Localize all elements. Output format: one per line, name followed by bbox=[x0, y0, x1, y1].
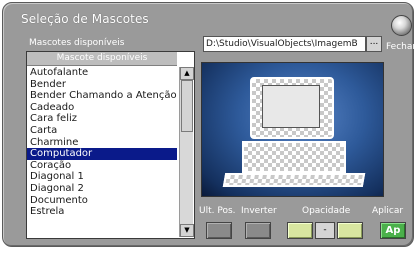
list-item[interactable]: Carta bbox=[27, 125, 177, 137]
opacity-level-button[interactable] bbox=[337, 222, 363, 239]
list-item[interactable]: Estrela bbox=[27, 206, 177, 218]
list-item[interactable]: Bender Chamando a Atenção bbox=[27, 90, 177, 102]
inverter-label: Inverter bbox=[241, 206, 277, 216]
apply-button[interactable]: Ap bbox=[380, 222, 406, 239]
apply-label: Aplicar bbox=[372, 206, 404, 216]
computer-screen-icon bbox=[262, 85, 320, 128]
ult-pos-label: Ult. Pos. bbox=[199, 206, 236, 216]
list-item[interactable]: Cara feliz bbox=[27, 113, 177, 125]
dialog-title: Seleção de Mascotes bbox=[21, 12, 149, 26]
scroll-down-arrow-icon[interactable]: ▼ bbox=[180, 224, 194, 237]
list-item[interactable]: Autofalante bbox=[27, 67, 177, 79]
mascot-list-label: Mascotes disponíveis bbox=[29, 38, 125, 48]
opacity-decrease-button[interactable]: - bbox=[315, 222, 335, 239]
opacity-increase-button[interactable] bbox=[287, 222, 313, 239]
image-path-field[interactable]: D:\Studio\VisualObjects\ImagemB bbox=[203, 36, 366, 52]
close-knob-icon[interactable] bbox=[391, 15, 412, 36]
scroll-up-arrow-icon[interactable]: ▲ bbox=[180, 67, 194, 80]
list-item[interactable]: Bender bbox=[27, 79, 177, 91]
list-scrollbar[interactable]: ▲ ▼ bbox=[179, 67, 194, 237]
list-item[interactable]: Coração bbox=[27, 160, 177, 172]
close-label[interactable]: Fechar bbox=[386, 42, 416, 52]
opacidade-label: Opacidade bbox=[302, 206, 351, 216]
mascot-list-items: Autofalante Bender Bender Chamando a Atenç… bbox=[27, 67, 177, 218]
list-item[interactable]: Diagonal 2 bbox=[27, 183, 177, 195]
mascot-selection-dialog: Seleção de Mascotes Fechar Mascotes disp… bbox=[2, 2, 416, 247]
ult-pos-button[interactable] bbox=[206, 222, 232, 239]
mascot-list[interactable]: Mascote disponíveis Autofalante Bender Ben… bbox=[26, 51, 195, 239]
scroll-thumb[interactable] bbox=[181, 80, 193, 132]
mascot-list-header: Mascote disponíveis bbox=[27, 52, 177, 66]
computer-base-icon bbox=[242, 141, 346, 173]
inverter-button[interactable] bbox=[245, 222, 271, 239]
list-item[interactable]: Cadeado bbox=[27, 102, 177, 114]
mascot-preview bbox=[201, 62, 384, 197]
list-item[interactable]: Charmine bbox=[27, 137, 177, 149]
list-item[interactable]: Diagonal 1 bbox=[27, 171, 177, 183]
computer-keyboard-icon bbox=[222, 173, 366, 187]
browse-button[interactable]: ... bbox=[366, 36, 382, 52]
list-item[interactable]: Documento bbox=[27, 195, 177, 207]
list-item[interactable]: Computador bbox=[27, 148, 177, 160]
